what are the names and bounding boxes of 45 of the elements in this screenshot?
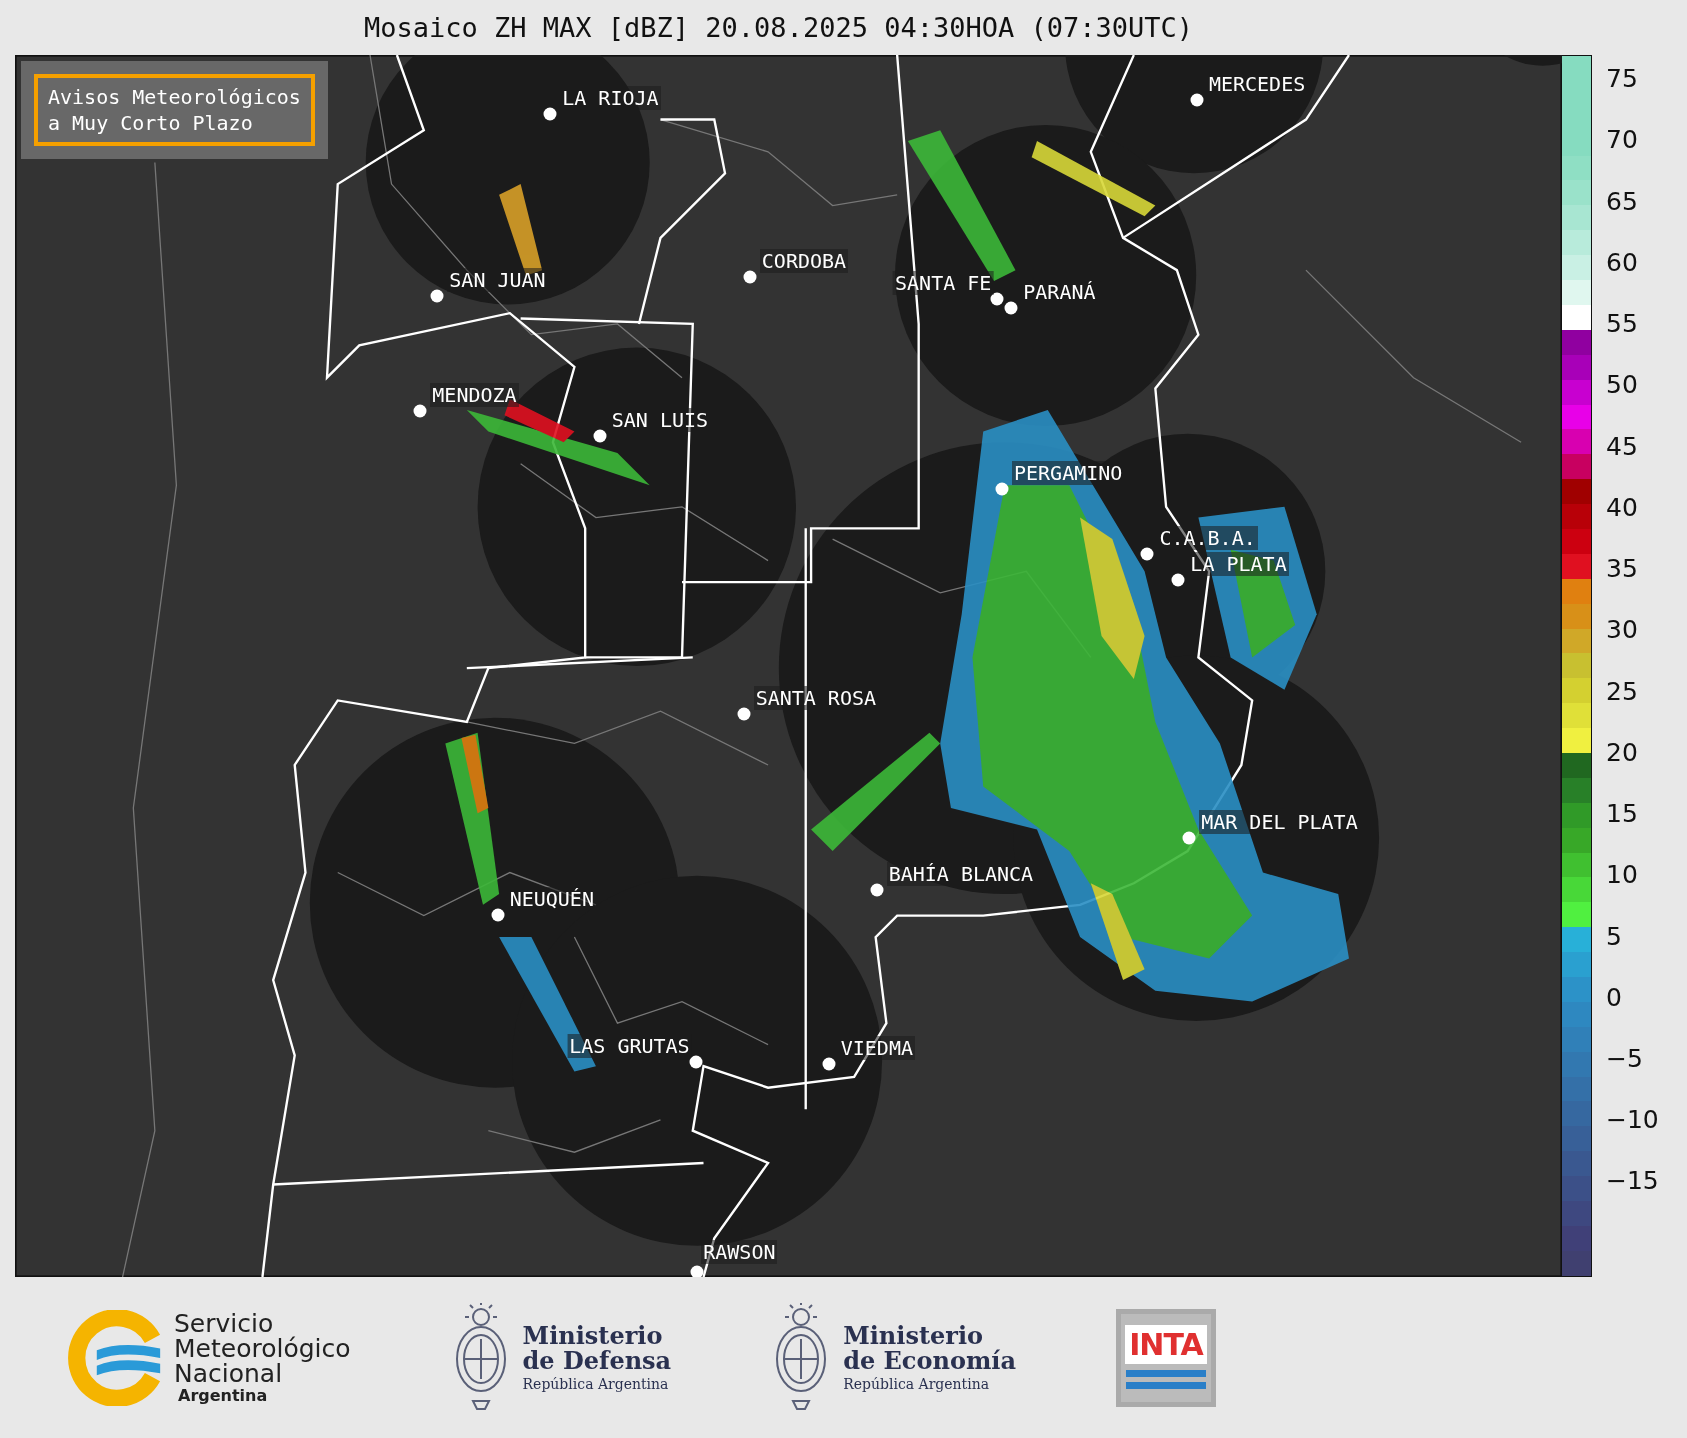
city-label: RAWSON [701, 1240, 778, 1265]
city-label: SANTA FE [893, 271, 994, 296]
scale-tick-label: 25 [1605, 676, 1638, 706]
scale-tick-label: −10 [1605, 1104, 1659, 1134]
scale-tick-label: 65 [1605, 186, 1638, 216]
scale-tick-label: 0 [1605, 982, 1622, 1012]
city-label: MAR DEL PLATA [1199, 810, 1360, 835]
scale-tick-label: 35 [1605, 553, 1638, 583]
notice-text[interactable]: Avisos Meteorológicos a Muy Corto Plazo [34, 74, 315, 146]
city-label: CORDOBA [759, 249, 849, 274]
ministry-country: República Argentina [522, 1377, 670, 1393]
scale-tick-label: −15 [1605, 1165, 1659, 1195]
ministry-name: de Economía [843, 1348, 1016, 1374]
scale-tick-label: 40 [1605, 492, 1638, 522]
scale-tick-label: 55 [1605, 308, 1638, 338]
city-label: PERGAMINO [1012, 460, 1125, 485]
city-label: SAN JUAN [447, 267, 548, 292]
scale-tick-label: 30 [1605, 614, 1638, 644]
city-label: MENDOZA [430, 382, 519, 407]
ministry-name: Ministerio [843, 1322, 984, 1349]
scale-tick-label: −5 [1605, 1043, 1643, 1073]
scale-tick-label: 50 [1605, 369, 1638, 399]
scale-tick-label: 10 [1605, 859, 1638, 889]
ministry-name: Ministerio [522, 1322, 664, 1349]
city-label: LAS GRUTAS [567, 1033, 692, 1058]
agency-country: Argentina [177, 1388, 269, 1404]
city-label: VIEDMA [838, 1036, 915, 1061]
city-label: SANTA ROSA [753, 685, 879, 710]
scale-tick-label: 70 [1605, 124, 1638, 154]
inta-wordmark: INTA [1125, 1325, 1207, 1364]
stripes-icon [1126, 1370, 1206, 1390]
scale-tick-label: 5 [1605, 921, 1622, 950]
city-label: BAHÍA BLANCA [886, 861, 1036, 886]
agency-name: Servicio [174, 1311, 274, 1336]
agency-name: Meteorológico [174, 1336, 351, 1361]
scale-tick-label: 45 [1605, 431, 1638, 461]
ministry-country: República Argentina [843, 1377, 991, 1393]
city-label: C.A.B.A. [1157, 525, 1258, 550]
chart-title: Mosaico ZH MAX [dBZ] 20.08.2025 04:30HOA (07:30UTC) [363, 11, 1194, 45]
scale-tick-label: 60 [1605, 247, 1638, 277]
scale-tick-label: 20 [1605, 737, 1638, 767]
agency-name: Nacional [174, 1361, 283, 1386]
scale-tick-label: 15 [1605, 798, 1638, 828]
ministry-name: de Defensa [522, 1348, 672, 1374]
scale-tick-label: 75 [1605, 63, 1638, 93]
